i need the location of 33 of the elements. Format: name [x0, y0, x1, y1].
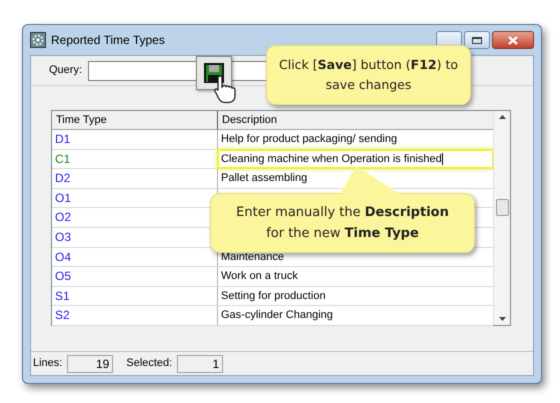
scroll-down-icon[interactable] [498, 317, 506, 321]
scrollbar[interactable] [493, 111, 510, 325]
column-header[interactable]: Time Type [52, 111, 218, 129]
maximize-button[interactable] [464, 31, 490, 49]
window-title: Reported Time Types [51, 32, 165, 49]
table-cell: S2 [52, 306, 218, 325]
selected-label: Selected: [126, 356, 172, 372]
table-cell: Maintenance [221, 250, 284, 263]
table-cell: Help for product packaging/ sending [221, 133, 398, 145]
table-cell: Gas-cylinder Changing [221, 309, 333, 322]
scroll-thumb[interactable] [496, 199, 508, 216]
table-cell: D1 [52, 130, 218, 149]
selected-count: 1 [177, 354, 224, 372]
query-label: Query: [49, 63, 82, 78]
lines-count: 19 [67, 354, 114, 372]
close-icon [508, 36, 518, 44]
scroll-up-icon[interactable] [498, 115, 506, 119]
save-button[interactable] [196, 56, 232, 90]
table-cell: Setting for production [221, 290, 326, 302]
close-button[interactable] [492, 31, 534, 49]
table-cell: S1 [52, 286, 218, 306]
lines-label: Lines: [33, 356, 62, 372]
app-icon [30, 32, 46, 48]
description-input[interactable]: Cleaning machine when Operation is finished [218, 150, 493, 168]
table-cell: C1 [52, 150, 218, 168]
table-cell: O5 [52, 267, 218, 286]
column-header[interactable]: Description [218, 111, 493, 129]
table-cell: D2 [52, 169, 218, 188]
text-cursor [442, 152, 443, 165]
table-cell: Work on a truck [221, 270, 298, 282]
help-tooltip: Click [Save] button (F12) to save changes [266, 45, 471, 105]
table-cell: Pallet assembling [221, 172, 308, 184]
floppy-disk-icon [203, 62, 225, 84]
